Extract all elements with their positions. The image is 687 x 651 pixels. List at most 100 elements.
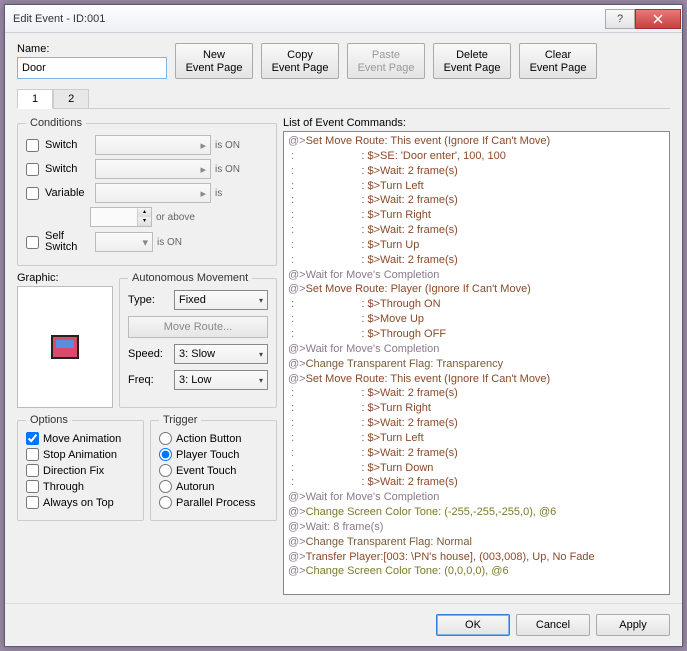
apply-button[interactable]: Apply [596,614,670,636]
opt-on-top-label: Always on Top [43,497,114,509]
commands-list[interactable]: @>Set Move Route: This event (Ignore If … [283,131,670,595]
cond-switch2-row: Switch ▸ is ON [26,159,268,179]
command-line[interactable]: : : $>Wait: 2 frame(s) [288,223,665,238]
trig-parallel-radio[interactable] [159,496,172,509]
command-line[interactable]: : : $>Turn Down [288,461,665,476]
type-label: Type: [128,294,168,306]
freq-row: Freq: 3: Low▾ [128,370,268,390]
trig-autorun-radio[interactable] [159,480,172,493]
tab-2[interactable]: 2 [53,89,89,108]
command-line[interactable]: : : $>Turn Right [288,401,665,416]
command-line[interactable]: : : $>Move Up [288,312,665,327]
right-column: List of Event Commands: @>Set Move Route… [283,117,670,595]
clear-page-button[interactable]: Clear Event Page [519,43,597,79]
name-input[interactable] [17,57,167,79]
command-line[interactable]: : : $>Wait: 2 frame(s) [288,193,665,208]
command-line[interactable]: : : $>Wait: 2 frame(s) [288,446,665,461]
cond-switch1-dropdown[interactable]: ▸ [95,135,211,155]
cond-selfswitch-dropdown[interactable]: ▾ [95,232,153,252]
cond-orabove: or above [156,212,195,223]
command-line[interactable]: @>Wait for Move's Completion [288,342,665,357]
cond-selfswitch-check[interactable] [26,236,39,249]
cond-variable-value-row: ▴▾ or above [26,207,268,227]
opt-move-anim: Move Animation [26,432,135,445]
command-line[interactable]: : : $>Through ON [288,297,665,312]
command-line[interactable]: : : $>Wait: 2 frame(s) [288,475,665,490]
opt-move-anim-check[interactable] [26,432,39,445]
trig-player-label: Player Touch [176,449,239,461]
options-trigger-row: Options Move Animation Stop Animation Di… [17,414,277,521]
command-line[interactable]: : : $>Turn Right [288,208,665,223]
paste-page-button: Paste Event Page [347,43,425,79]
command-line[interactable]: @>Wait for Move's Completion [288,268,665,283]
freq-label: Freq: [128,374,168,386]
opt-on-top-check[interactable] [26,496,39,509]
close-button[interactable] [635,9,681,29]
opt-dir-fix: Direction Fix [26,464,135,477]
chevron-down-icon: ▾ [259,350,263,359]
command-line[interactable]: @>Change Transparent Flag: Normal [288,535,665,550]
cond-variable-label: Variable [45,187,91,199]
help-button[interactable]: ? [605,9,635,29]
command-line[interactable]: @>Change Transparent Flag: Transparency [288,357,665,372]
command-line[interactable]: : : $>Wait: 2 frame(s) [288,253,665,268]
dialog-content: Name: New Event Page Copy Event Page Pas… [5,33,682,603]
cancel-button[interactable]: Cancel [516,614,590,636]
cond-variable-dropdown[interactable]: ▸ [95,183,211,203]
speed-select[interactable]: 3: Slow ▾ [174,344,268,364]
tab-1[interactable]: 1 [17,89,53,109]
dialog-footer: OK Cancel Apply [5,603,682,646]
cond-switch1-check[interactable] [26,139,39,152]
cond-switch2-dropdown[interactable]: ▸ [95,159,211,179]
opt-move-anim-label: Move Animation [43,433,121,445]
cond-variable-suffix: is [215,188,222,199]
freq-select[interactable]: 3: Low▾ [174,370,268,390]
command-line[interactable]: @>Change Screen Color Tone: (0,0,0,0), @… [288,564,665,579]
svg-text:?: ? [617,14,623,24]
cond-variable-check[interactable] [26,187,39,200]
copy-page-button[interactable]: Copy Event Page [261,43,339,79]
chevron-right-icon: ▸ [200,187,206,200]
command-line[interactable]: @>Set Move Route: This event (Ignore If … [288,134,665,149]
cond-switch1-suffix: is ON [215,140,240,151]
trig-event-radio[interactable] [159,464,172,477]
trig-action: Action Button [159,432,268,445]
options-legend: Options [26,414,72,426]
command-line[interactable]: @>Transfer Player:[003: \PN's house], (0… [288,550,665,565]
opt-dir-fix-check[interactable] [26,464,39,477]
graphic-picker[interactable] [17,286,113,408]
trigger-group: Trigger Action Button Player Touch Event… [150,414,277,521]
conditions-legend: Conditions [26,117,86,129]
trig-player-radio[interactable] [159,448,172,461]
trig-action-radio[interactable] [159,432,172,445]
command-line[interactable]: : : $>SE: 'Door enter', 100, 100 [288,149,665,164]
opt-stop-anim-check[interactable] [26,448,39,461]
command-line[interactable]: @>Change Screen Color Tone: (-255,-255,-… [288,505,665,520]
command-line[interactable]: : : $>Wait: 2 frame(s) [288,416,665,431]
speed-value: 3: Slow [179,348,215,360]
command-line[interactable]: : : $>Turn Left [288,179,665,194]
type-select[interactable]: Fixed▾ [174,290,268,310]
command-line[interactable]: : : $>Turn Up [288,238,665,253]
chevron-down-icon: ▾ [259,376,263,385]
command-line[interactable]: : : $>Through OFF [288,327,665,342]
move-route-button[interactable]: Move Route... [128,316,268,338]
command-line[interactable]: : : $>Wait: 2 frame(s) [288,386,665,401]
opt-on-top: Always on Top [26,496,135,509]
command-line[interactable]: @>Set Move Route: Player (Ignore If Can'… [288,282,665,297]
command-line[interactable]: @>Set Move Route: This event (Ignore If … [288,372,665,387]
new-page-button[interactable]: New Event Page [175,43,253,79]
command-line[interactable]: @>Wait: 8 frame(s) [288,520,665,535]
ok-button[interactable]: OK [436,614,510,636]
opt-stop-anim-label: Stop Animation [43,449,117,461]
command-line[interactable]: : : $>Turn Left [288,431,665,446]
name-label: Name: [17,43,167,55]
spinner-buttons[interactable]: ▴▾ [137,208,151,226]
command-line[interactable]: : : $>Wait: 2 frame(s) [288,164,665,179]
command-line[interactable]: @>Wait for Move's Completion [288,490,665,505]
name-column: Name: [17,43,167,79]
delete-page-button[interactable]: Delete Event Page [433,43,511,79]
opt-through-check[interactable] [26,480,39,493]
cond-switch2-check[interactable] [26,163,39,176]
cond-variable-spinner[interactable]: ▴▾ [90,207,152,227]
